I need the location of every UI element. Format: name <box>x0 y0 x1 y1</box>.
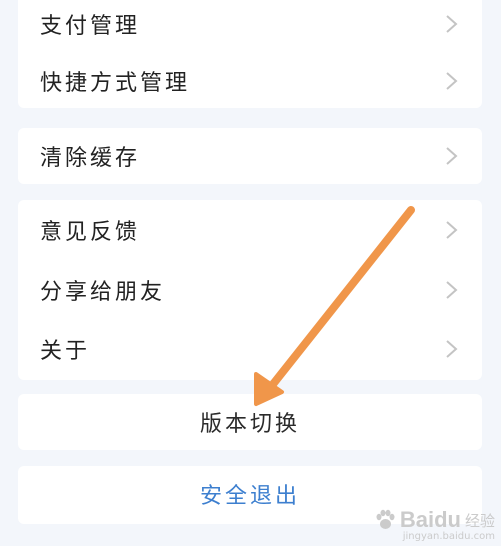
shortcut-management-item[interactable]: 快捷方式管理 <box>18 53 482 109</box>
settings-group-misc: 意见反馈 分享给朋友 关于 <box>18 200 482 380</box>
version-switch-label: 版本切换 <box>199 412 300 437</box>
clear-cache-label: 清除缓存 <box>40 146 141 171</box>
settings-group-payment: 支付管理 快捷方式管理 <box>18 0 482 108</box>
watermark-url: jingyan.baidu.com <box>402 531 495 542</box>
shortcut-management-label: 快捷方式管理 <box>40 71 191 96</box>
about-label: 关于 <box>40 339 91 364</box>
chevron-right-icon <box>446 281 458 299</box>
baidu-jingyan-watermark: Baidu 经验 jingyan.baidu.com <box>374 507 495 542</box>
about-item[interactable]: 关于 <box>18 321 482 377</box>
clear-cache-item[interactable]: 清除缓存 <box>18 128 482 184</box>
paw-icon <box>376 509 395 529</box>
watermark-brand: Baidu <box>399 507 461 532</box>
version-switch-button[interactable]: 版本切换 <box>18 394 482 450</box>
share-to-friends-item[interactable]: 分享给朋友 <box>18 262 482 318</box>
logout-label: 安全退出 <box>199 484 300 509</box>
chevron-right-icon <box>446 15 458 33</box>
feedback-item[interactable]: 意见反馈 <box>18 202 482 258</box>
settings-group-cache: 清除缓存 <box>18 128 482 184</box>
feedback-label: 意见反馈 <box>40 220 141 245</box>
chevron-right-icon <box>446 340 458 358</box>
chevron-right-icon <box>446 72 458 90</box>
payment-management-label: 支付管理 <box>40 14 141 39</box>
chevron-right-icon <box>446 147 458 165</box>
share-to-friends-label: 分享给朋友 <box>40 280 166 305</box>
payment-management-item[interactable]: 支付管理 <box>18 0 482 52</box>
chevron-right-icon <box>446 221 458 239</box>
watermark-suffix: 经验 <box>464 511 495 530</box>
version-switch-card: 版本切换 <box>18 394 482 450</box>
